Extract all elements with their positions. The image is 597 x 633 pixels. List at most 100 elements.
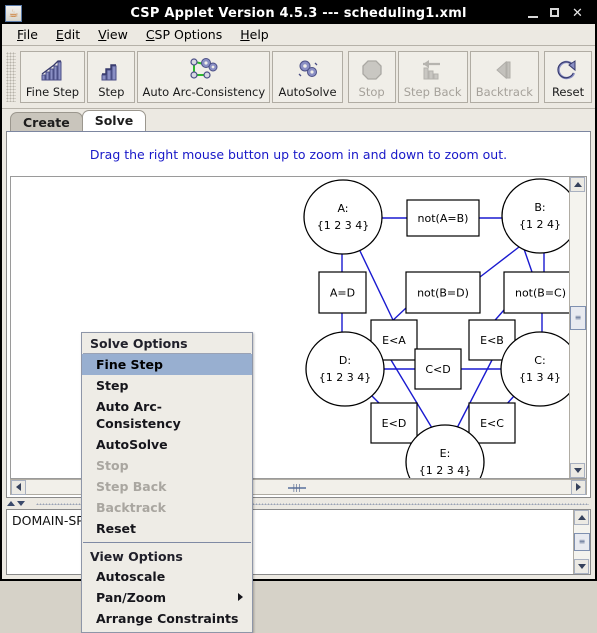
constraint-node-notBC[interactable]: not(B=C) — [503, 271, 569, 314]
constraint-label: E<D — [382, 417, 407, 430]
arrow-right-icon — [576, 483, 581, 491]
toolbar-label-backtrack: Backtrack — [475, 84, 533, 99]
toolbar-button-stop[interactable]: Stop — [347, 51, 396, 103]
minimize-button[interactable] — [528, 8, 539, 19]
hint-text: Drag the right mouse button up to zoom i… — [89, 146, 508, 162]
toolbar-separator — [344, 51, 347, 103]
submenu-arrow-icon — [238, 593, 243, 601]
variable-node-A[interactable]: A: {1 2 3 4} — [303, 179, 383, 255]
arrow-down-icon — [573, 468, 582, 473]
tab-create[interactable]: Create — [10, 112, 83, 131]
menu-edit[interactable]: Edit — [47, 25, 89, 44]
toolbar-label-reset: Reset — [551, 84, 585, 99]
toolbar-label-step-back: Step Back — [403, 84, 462, 99]
toolbar-button-step[interactable]: Step — [87, 51, 136, 103]
variable-domain: {1 2 3 4} — [419, 464, 471, 477]
variable-name: D: — [339, 354, 351, 367]
menu-item-auto-arc-consistency[interactable]: Auto Arc-Consistency — [82, 396, 252, 434]
arrow-left-bars-icon — [420, 56, 446, 82]
toolbar-button-reset[interactable]: Reset — [544, 51, 593, 103]
constraint-label: not(A=B) — [418, 212, 469, 225]
menu-csp-options[interactable]: CSP Options — [137, 25, 231, 44]
constraint-node-ELTD[interactable]: E<D — [370, 402, 418, 444]
maximize-button[interactable] — [550, 7, 561, 19]
reset-circular-arrow-icon — [556, 56, 580, 82]
menu-item-backtrack[interactable]: Backtrack — [82, 497, 252, 518]
vscroll-track[interactable]: ≡ — [570, 192, 586, 463]
constraint-label: E<A — [382, 334, 406, 347]
hscroll-thumb[interactable]: ||| — [287, 484, 306, 492]
history-scroll-down-button[interactable] — [574, 559, 589, 574]
tab-solve[interactable]: Solve — [81, 110, 147, 131]
menu-item-autosolve[interactable]: AutoSolve — [82, 434, 252, 455]
constraint-node-CLTD[interactable]: C<D — [414, 348, 462, 390]
menu-file[interactable]: File — [8, 25, 47, 44]
variable-domain: {1 2 3 4} — [317, 219, 369, 232]
toolbar-label-fine-step: Fine Step — [25, 84, 80, 99]
popup-separator — [83, 542, 251, 543]
bar-chart-fine-icon — [40, 56, 66, 82]
history-scroll-up-button[interactable] — [574, 510, 589, 525]
scroll-down-button[interactable] — [570, 463, 585, 478]
constraint-label: A=D — [330, 287, 355, 300]
constraint-node-notBD[interactable]: not(B=D) — [405, 271, 481, 314]
menu-item-arrange-constraints[interactable]: Arrange Constraints — [82, 608, 252, 629]
toolbar-label-autosolve: AutoSolve — [278, 84, 337, 99]
toolbar-button-backtrack[interactable]: Backtrack — [469, 51, 540, 103]
triangle-down-icon — [16, 501, 25, 506]
gears-icon — [295, 56, 321, 82]
divider-collapse-down-button[interactable] — [16, 500, 25, 508]
toolbar-drag-handle[interactable] — [6, 52, 16, 102]
solve-panel: Drag the right mouse button up to zoom i… — [6, 131, 591, 633]
variable-node-D[interactable]: D: {1 2 3 4} — [305, 331, 385, 407]
toolbar-label-auto-arc-consistency: Auto Arc-Consistency — [142, 84, 266, 99]
tab-strip: Create Solve — [2, 109, 595, 131]
constraint-label: C<D — [425, 363, 450, 376]
variable-node-B[interactable]: B: {1 2 4} — [501, 178, 569, 254]
scroll-right-button[interactable] — [571, 479, 586, 495]
variable-domain: {1 2 4} — [519, 218, 561, 231]
menu-item-step[interactable]: Step — [82, 375, 252, 396]
scroll-left-button[interactable] — [11, 479, 26, 495]
constraint-label: not(B=C) — [515, 287, 566, 300]
history-vertical-scrollbar[interactable]: ≡ — [573, 510, 590, 574]
scroll-up-button[interactable] — [570, 177, 585, 192]
variable-name: A: — [337, 202, 348, 215]
toolbar-button-fine-step[interactable]: Fine Step — [19, 51, 86, 103]
window-title: CSP Applet Version 4.5.3 --- scheduling1… — [130, 5, 467, 21]
menu-item-autoscale[interactable]: Autoscale — [82, 566, 252, 587]
history-vscroll-track[interactable]: ≡ — [574, 525, 590, 559]
history-vscroll-thumb[interactable]: ≡ — [574, 533, 590, 552]
variable-domain: {1 3 4} — [519, 371, 561, 384]
menu-bar: File Edit View CSP Options Help — [2, 24, 595, 46]
toolbar-button-autosolve[interactable]: AutoSolve — [272, 51, 343, 103]
graph-gears-icon — [187, 56, 221, 82]
triangle-up-icon — [6, 501, 15, 506]
arrow-left-icon — [16, 483, 21, 491]
bar-chart-step-icon — [99, 56, 123, 82]
menu-item-stop[interactable]: Stop — [82, 455, 252, 476]
vscroll-thumb[interactable]: ≡ — [570, 305, 586, 330]
constraint-node-AD[interactable]: A=D — [318, 271, 367, 314]
menu-help[interactable]: Help — [231, 25, 278, 44]
menu-item-pan-zoom[interactable]: Pan/Zoom — [82, 587, 252, 608]
menu-item-fine-step[interactable]: Fine Step — [82, 354, 252, 375]
application-window: ☕ CSP Applet Version 4.5.3 --- schedulin… — [0, 0, 597, 633]
solve-options-context-menu[interactable]: Solve Options Fine Step Step Auto Arc-Co… — [81, 332, 253, 633]
variable-name: C: — [534, 354, 545, 367]
toolbar-button-step-back[interactable]: Step Back — [397, 51, 468, 103]
constraint-node-ELTC[interactable]: E<C — [468, 402, 516, 444]
graph-vertical-scrollbar[interactable]: ≡ — [569, 177, 586, 478]
close-button[interactable]: ✕ — [572, 7, 583, 20]
toolbar: Fine Step Step Auto Arc-Consistency Auto… — [2, 46, 595, 109]
constraint-label: E<B — [480, 334, 504, 347]
toolbar-button-auto-arc-consistency[interactable]: Auto Arc-Consistency — [137, 51, 271, 103]
menu-item-reset[interactable]: Reset — [82, 518, 252, 539]
menu-view[interactable]: View — [89, 25, 137, 44]
menu-item-step-back[interactable]: Step Back — [82, 476, 252, 497]
arrow-down-icon-history — [577, 564, 586, 569]
popup-section-solve-options: Solve Options — [90, 336, 188, 351]
constraint-node-notAB[interactable]: not(A=B) — [406, 199, 480, 237]
divider-collapse-up-button[interactable] — [6, 500, 15, 508]
backtrack-icon — [492, 56, 516, 82]
